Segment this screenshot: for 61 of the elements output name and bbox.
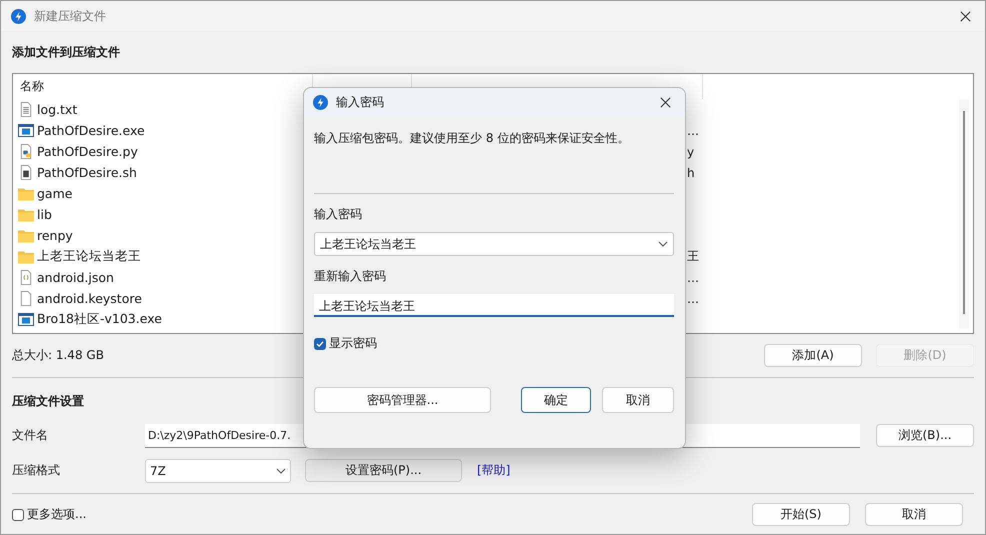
file-name[interactable]: android.keystore [37, 291, 142, 306]
chevron-down-icon [658, 241, 668, 247]
json-file-icon [18, 270, 34, 285]
cancel-button[interactable]: 取消 [602, 387, 674, 413]
folder-icon [18, 228, 34, 243]
browse-button[interactable]: 浏览(B)... [876, 424, 974, 447]
help-link[interactable]: [帮助] [477, 462, 510, 479]
checkbox-label[interactable]: 显示密码 [329, 335, 377, 352]
file-path: h [687, 166, 695, 180]
checkbox[interactable] [12, 508, 24, 520]
file-name[interactable]: PathOfDesire.sh [37, 165, 137, 180]
field-label: 输入密码 [314, 206, 363, 223]
script-file-icon [18, 165, 34, 180]
description-text: 输入压缩包密码。建议使用至少 8 位的密码来保证安全性。 [314, 130, 630, 147]
folder-icon [18, 207, 34, 222]
file-path: … [687, 270, 699, 284]
window-title: 新建压缩文件 [34, 8, 106, 24]
lightning-icon [313, 94, 328, 110]
file-path: 王 [687, 248, 699, 265]
section-heading: 添加文件到压缩文件 [12, 44, 120, 61]
checkbox[interactable] [314, 338, 326, 350]
file-name[interactable]: PathOfDesire.py [37, 144, 138, 159]
file-name[interactable]: log.txt [37, 102, 78, 117]
ok-button[interactable]: 确定 [521, 387, 591, 413]
file-name[interactable]: PathOfDesire.exe [37, 123, 145, 138]
application-icon [18, 312, 34, 327]
lightning-icon [11, 8, 26, 24]
dialog-title: 输入密码 [336, 94, 384, 110]
application-icon [18, 123, 34, 138]
file-icon [18, 291, 34, 306]
add-button[interactable]: 添加(A) [764, 344, 862, 367]
folder-icon [18, 249, 34, 264]
checkbox-label[interactable]: 更多选项... [27, 506, 86, 523]
text-file-icon [18, 102, 34, 117]
file-path: … [687, 292, 699, 306]
file-name[interactable]: lib [37, 207, 52, 222]
close-icon[interactable] [960, 10, 971, 22]
file-name[interactable]: renpy [37, 228, 73, 243]
confirm-password-field[interactable]: 上老王论坛当老王 [314, 294, 674, 317]
field-label: 压缩格式 [12, 462, 61, 479]
section-heading: 压缩文件设置 [12, 393, 84, 410]
close-icon[interactable] [660, 96, 671, 108]
file-name[interactable]: game [37, 186, 72, 201]
file-path: y [687, 144, 694, 158]
python-file-icon [18, 144, 34, 159]
field-label: 文件名 [12, 427, 49, 444]
field-label: 重新输入密码 [314, 268, 387, 285]
set-password-button[interactable]: 设置密码(P)... [305, 459, 462, 482]
password-combobox[interactable]: 上老王论坛当老王 [314, 232, 674, 256]
chevron-down-icon [276, 468, 286, 474]
file-path: … [687, 124, 699, 138]
file-name[interactable]: 上老王论坛当老王 [37, 248, 141, 265]
start-button[interactable]: 开始(S) [752, 503, 850, 526]
format-dropdown[interactable]: 7Z [145, 458, 291, 482]
cancel-button[interactable]: 取消 [865, 503, 963, 526]
password-manager-button[interactable]: 密码管理器... [314, 387, 491, 413]
total-size: 总大小: 1.48 GB [12, 347, 104, 364]
folder-icon [18, 186, 34, 201]
file-name[interactable]: Bro18社区-v103.exe [37, 311, 162, 328]
scrollbar-thumb[interactable] [963, 111, 965, 314]
file-name[interactable]: android.json [37, 270, 114, 285]
